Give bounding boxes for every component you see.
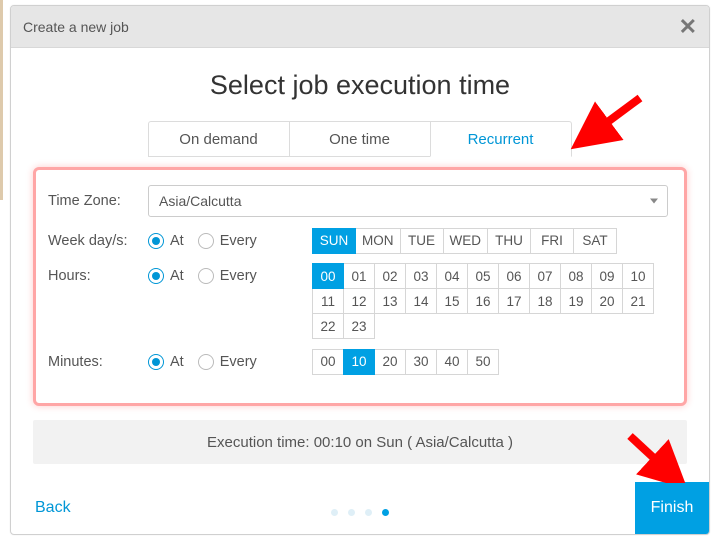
chevron-down-icon [650,199,658,204]
weekday-chip-THU[interactable]: THU [487,228,531,254]
hours-label: Hours: [48,264,148,284]
minutes-radio-at-label: At [170,354,184,370]
weekday-mode-radios: At Every [148,233,303,249]
weekday-row: Week day/s: At Every SUNMONTUEWEDTHUFRIS… [48,224,668,258]
execution-type-tabs: On demand One time Recurrent [11,121,709,157]
minutes-radio-every[interactable] [198,354,214,370]
minutes-chip-20[interactable]: 20 [374,349,406,375]
step-dot-2[interactable] [348,509,355,516]
hours-chip-18[interactable]: 18 [529,288,561,314]
hours-chip-17[interactable]: 17 [498,288,530,314]
recurrent-panel: Time Zone: Week day/s: At Every SUNMONTU… [33,167,687,406]
hours-chip-01[interactable]: 01 [343,263,375,289]
minutes-chip-10[interactable]: 10 [343,349,375,375]
hours-chips: 0001020304050607080910 111213141516171819… [313,264,668,339]
hours-chip-12[interactable]: 12 [343,288,375,314]
hours-radio-every-label: Every [220,268,257,284]
hours-chip-04[interactable]: 04 [436,263,468,289]
weekday-radio-at[interactable] [148,233,164,249]
weekday-chip-SUN[interactable]: SUN [312,228,356,254]
hours-chip-00[interactable]: 00 [312,263,344,289]
hours-chip-06[interactable]: 06 [498,263,530,289]
hours-chip-21[interactable]: 21 [622,288,654,314]
weekday-chip-TUE[interactable]: TUE [400,228,444,254]
hours-radio-at-label: At [170,268,184,284]
weekday-chip-FRI[interactable]: FRI [530,228,574,254]
minutes-chip-40[interactable]: 40 [436,349,468,375]
modal-header: Create a new job ✕ [11,6,709,48]
hours-radio-every[interactable] [198,268,214,284]
page-title: Select job execution time [11,48,709,121]
create-job-modal: Create a new job ✕ Select job execution … [10,5,710,535]
hours-row: Hours: At Every 0001020304050607080910 11… [48,264,668,339]
minutes-radio-every-label: Every [220,354,257,370]
weekday-radio-every-label: Every [220,233,257,249]
minutes-label: Minutes: [48,354,148,370]
hours-chip-13[interactable]: 13 [374,288,406,314]
hours-chip-09[interactable]: 09 [591,263,623,289]
hours-mode-radios: At Every [148,264,303,284]
hours-chip-03[interactable]: 03 [405,263,437,289]
timezone-select[interactable] [148,185,668,217]
weekday-radio-at-label: At [170,233,184,249]
hours-chip-19[interactable]: 19 [560,288,592,314]
hours-radio-at[interactable] [148,268,164,284]
minutes-chip-50[interactable]: 50 [467,349,499,375]
hours-chip-07[interactable]: 07 [529,263,561,289]
hours-chip-16[interactable]: 16 [467,288,499,314]
modal-title: Create a new job [23,19,129,35]
finish-button[interactable]: Finish [635,482,709,534]
tab-one-time[interactable]: One time [289,121,431,157]
minutes-row: Minutes: At Every 001020304050 [48,345,668,379]
step-dot-3[interactable] [365,509,372,516]
tab-on-demand[interactable]: On demand [148,121,290,157]
hours-chip-22[interactable]: 22 [312,313,344,339]
step-dots [331,509,389,516]
minutes-chip-30[interactable]: 30 [405,349,437,375]
hours-chip-20[interactable]: 20 [591,288,623,314]
timezone-input[interactable] [148,185,668,217]
tab-recurrent[interactable]: Recurrent [430,121,572,157]
minutes-radio-at[interactable] [148,354,164,370]
weekday-radio-every[interactable] [198,233,214,249]
hours-chip-02[interactable]: 02 [374,263,406,289]
hours-chip-08[interactable]: 08 [560,263,592,289]
close-icon[interactable]: ✕ [679,16,697,38]
hours-chip-15[interactable]: 15 [436,288,468,314]
hours-chip-10[interactable]: 10 [622,263,654,289]
timezone-label: Time Zone: [48,193,148,209]
step-dot-4[interactable] [382,509,389,516]
hours-chip-05[interactable]: 05 [467,263,499,289]
hours-chip-23[interactable]: 23 [343,313,375,339]
minutes-mode-radios: At Every [148,354,303,370]
execution-summary: Execution time: 00:10 on Sun ( Asia/Calc… [33,420,687,464]
hours-chip-11[interactable]: 11 [312,288,344,314]
weekday-chip-MON[interactable]: MON [355,228,401,254]
minutes-chip-00[interactable]: 00 [312,349,344,375]
timezone-row: Time Zone: [48,184,668,218]
back-button[interactable]: Back [35,499,71,517]
weekday-label: Week day/s: [48,233,148,249]
weekday-chip-SAT[interactable]: SAT [573,228,617,254]
modal-body: Select job execution time On demand One … [11,48,709,464]
modal-footer: Back Finish [11,482,709,534]
step-dot-1[interactable] [331,509,338,516]
weekday-chips: SUNMONTUEWEDTHUFRISAT [313,229,617,254]
minutes-chips: 001020304050 [313,350,499,375]
background-edge [0,0,3,200]
hours-chip-14[interactable]: 14 [405,288,437,314]
weekday-chip-WED[interactable]: WED [443,228,489,254]
